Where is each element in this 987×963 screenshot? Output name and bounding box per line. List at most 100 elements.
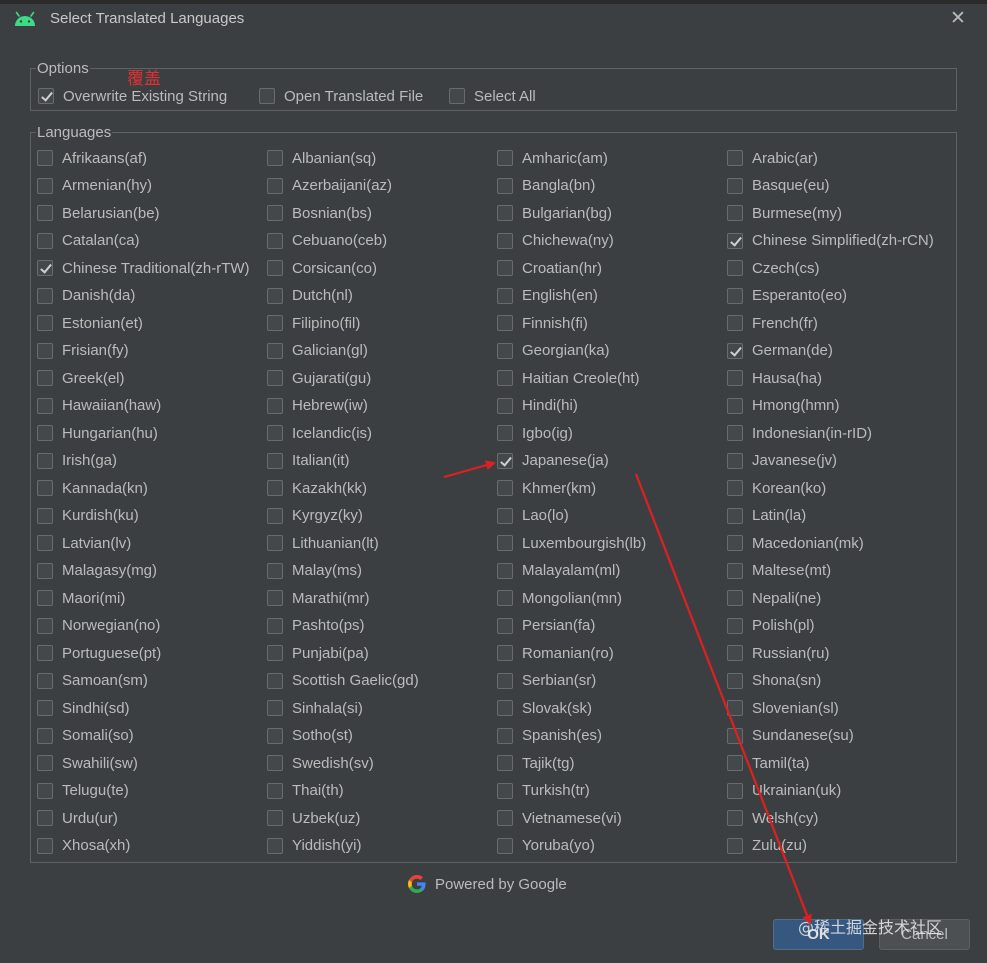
language-checkbox-vietnamese-vi[interactable]: Vietnamese(vi) xyxy=(497,806,622,830)
language-checkbox-chichewa-ny[interactable]: Chichewa(ny) xyxy=(497,229,614,253)
select-all-checkbox[interactable]: Select All xyxy=(449,86,536,106)
language-checkbox-slovenian-sl[interactable]: Slovenian(sl) xyxy=(727,696,839,720)
language-checkbox-bangla-bn[interactable]: Bangla(bn) xyxy=(497,174,595,198)
language-checkbox-urdu-ur[interactable]: Urdu(ur) xyxy=(37,806,118,830)
language-checkbox-frisian-fy[interactable]: Frisian(fy) xyxy=(37,339,129,363)
language-checkbox-hebrew-iw[interactable]: Hebrew(iw) xyxy=(267,394,368,418)
language-checkbox-arabic-ar[interactable]: Arabic(ar) xyxy=(727,146,818,170)
language-checkbox-danish-da[interactable]: Danish(da) xyxy=(37,284,135,308)
language-checkbox-finnish-fi[interactable]: Finnish(fi) xyxy=(497,311,588,335)
language-checkbox-persian-fa[interactable]: Persian(fa) xyxy=(497,614,595,638)
language-checkbox-bosnian-bs[interactable]: Bosnian(bs) xyxy=(267,201,372,225)
language-checkbox-russian-ru[interactable]: Russian(ru) xyxy=(727,641,830,665)
language-checkbox-zulu-zu[interactable]: Zulu(zu) xyxy=(727,834,807,858)
language-checkbox-samoan-sm[interactable]: Samoan(sm) xyxy=(37,669,148,693)
language-checkbox-welsh-cy[interactable]: Welsh(cy) xyxy=(727,806,818,830)
language-checkbox-basque-eu[interactable]: Basque(eu) xyxy=(727,174,830,198)
language-checkbox-somali-so[interactable]: Somali(so) xyxy=(37,724,134,748)
close-icon[interactable]: ✕ xyxy=(946,7,970,31)
language-checkbox-romanian-ro[interactable]: Romanian(ro) xyxy=(497,641,614,665)
language-checkbox-belarusian-be[interactable]: Belarusian(be) xyxy=(37,201,160,225)
language-checkbox-latin-la[interactable]: Latin(la) xyxy=(727,504,806,528)
language-checkbox-telugu-te[interactable]: Telugu(te) xyxy=(37,779,129,803)
language-checkbox-scottish-gaelic-gd[interactable]: Scottish Gaelic(gd) xyxy=(267,669,419,693)
language-checkbox-yiddish-yi[interactable]: Yiddish(yi) xyxy=(267,834,361,858)
overwrite-existing-string-checkbox[interactable]: Overwrite Existing String xyxy=(38,86,227,106)
language-checkbox-japanese-ja[interactable]: Japanese(ja) xyxy=(497,449,609,473)
language-checkbox-afrikaans-af[interactable]: Afrikaans(af) xyxy=(37,146,147,170)
language-checkbox-croatian-hr[interactable]: Croatian(hr) xyxy=(497,256,602,280)
language-checkbox-hmong-hmn[interactable]: Hmong(hmn) xyxy=(727,394,840,418)
language-checkbox-estonian-et[interactable]: Estonian(et) xyxy=(37,311,143,335)
language-checkbox-gujarati-gu[interactable]: Gujarati(gu) xyxy=(267,366,371,390)
language-checkbox-igbo-ig[interactable]: Igbo(ig) xyxy=(497,421,573,445)
language-checkbox-cebuano-ceb[interactable]: Cebuano(ceb) xyxy=(267,229,387,253)
language-checkbox-swedish-sv[interactable]: Swedish(sv) xyxy=(267,751,374,775)
language-checkbox-luxembourgish-lb[interactable]: Luxembourgish(lb) xyxy=(497,531,646,555)
language-checkbox-kazakh-kk[interactable]: Kazakh(kk) xyxy=(267,476,367,500)
language-checkbox-greek-el[interactable]: Greek(el) xyxy=(37,366,125,390)
language-checkbox-sinhala-si[interactable]: Sinhala(si) xyxy=(267,696,363,720)
language-checkbox-yoruba-yo[interactable]: Yoruba(yo) xyxy=(497,834,595,858)
language-checkbox-galician-gl[interactable]: Galician(gl) xyxy=(267,339,368,363)
language-checkbox-spanish-es[interactable]: Spanish(es) xyxy=(497,724,602,748)
language-checkbox-maltese-mt[interactable]: Maltese(mt) xyxy=(727,559,831,583)
language-checkbox-slovak-sk[interactable]: Slovak(sk) xyxy=(497,696,592,720)
language-checkbox-corsican-co[interactable]: Corsican(co) xyxy=(267,256,377,280)
language-checkbox-azerbaijani-az[interactable]: Azerbaijani(az) xyxy=(267,174,392,198)
language-checkbox-uzbek-uz[interactable]: Uzbek(uz) xyxy=(267,806,360,830)
language-checkbox-italian-it[interactable]: Italian(it) xyxy=(267,449,350,473)
language-checkbox-korean-ko[interactable]: Korean(ko) xyxy=(727,476,826,500)
language-checkbox-czech-cs[interactable]: Czech(cs) xyxy=(727,256,820,280)
language-checkbox-sotho-st[interactable]: Sotho(st) xyxy=(267,724,353,748)
language-checkbox-nepali-ne[interactable]: Nepali(ne) xyxy=(727,586,821,610)
language-checkbox-hungarian-hu[interactable]: Hungarian(hu) xyxy=(37,421,158,445)
language-checkbox-thai-th[interactable]: Thai(th) xyxy=(267,779,344,803)
language-checkbox-catalan-ca[interactable]: Catalan(ca) xyxy=(37,229,140,253)
language-checkbox-amharic-am[interactable]: Amharic(am) xyxy=(497,146,608,170)
language-checkbox-ukrainian-uk[interactable]: Ukrainian(uk) xyxy=(727,779,841,803)
language-checkbox-tajik-tg[interactable]: Tajik(tg) xyxy=(497,751,575,775)
language-checkbox-khmer-km[interactable]: Khmer(km) xyxy=(497,476,596,500)
language-checkbox-esperanto-eo[interactable]: Esperanto(eo) xyxy=(727,284,847,308)
open-translated-file-checkbox[interactable]: Open Translated File xyxy=(259,86,423,106)
language-checkbox-hawaiian-haw[interactable]: Hawaiian(haw) xyxy=(37,394,161,418)
language-checkbox-kurdish-ku[interactable]: Kurdish(ku) xyxy=(37,504,139,528)
language-checkbox-burmese-my[interactable]: Burmese(my) xyxy=(727,201,842,225)
language-checkbox-chinese-simplified-zh-rcn[interactable]: Chinese Simplified(zh-rCN) xyxy=(727,229,934,253)
language-checkbox-icelandic-is[interactable]: Icelandic(is) xyxy=(267,421,372,445)
language-checkbox-sindhi-sd[interactable]: Sindhi(sd) xyxy=(37,696,130,720)
language-checkbox-malay-ms[interactable]: Malay(ms) xyxy=(267,559,362,583)
language-checkbox-serbian-sr[interactable]: Serbian(sr) xyxy=(497,669,596,693)
language-checkbox-french-fr[interactable]: French(fr) xyxy=(727,311,818,335)
language-checkbox-armenian-hy[interactable]: Armenian(hy) xyxy=(37,174,152,198)
language-checkbox-pashto-ps[interactable]: Pashto(ps) xyxy=(267,614,365,638)
language-checkbox-lithuanian-lt[interactable]: Lithuanian(lt) xyxy=(267,531,379,555)
language-checkbox-indonesian-in-rid[interactable]: Indonesian(in-rID) xyxy=(727,421,872,445)
language-checkbox-portuguese-pt[interactable]: Portuguese(pt) xyxy=(37,641,161,665)
language-checkbox-georgian-ka[interactable]: Georgian(ka) xyxy=(497,339,610,363)
language-checkbox-irish-ga[interactable]: Irish(ga) xyxy=(37,449,117,473)
language-checkbox-lao-lo[interactable]: Lao(lo) xyxy=(497,504,569,528)
language-checkbox-malayalam-ml[interactable]: Malayalam(ml) xyxy=(497,559,620,583)
language-checkbox-bulgarian-bg[interactable]: Bulgarian(bg) xyxy=(497,201,612,225)
language-checkbox-punjabi-pa[interactable]: Punjabi(pa) xyxy=(267,641,369,665)
language-checkbox-german-de[interactable]: German(de) xyxy=(727,339,833,363)
language-checkbox-swahili-sw[interactable]: Swahili(sw) xyxy=(37,751,138,775)
language-checkbox-marathi-mr[interactable]: Marathi(mr) xyxy=(267,586,370,610)
language-checkbox-polish-pl[interactable]: Polish(pl) xyxy=(727,614,815,638)
ok-button[interactable]: OK xyxy=(773,919,864,950)
language-checkbox-norwegian-no[interactable]: Norwegian(no) xyxy=(37,614,160,638)
cancel-button[interactable]: Cancel xyxy=(879,919,970,950)
language-checkbox-kyrgyz-ky[interactable]: Kyrgyz(ky) xyxy=(267,504,363,528)
language-checkbox-albanian-sq[interactable]: Albanian(sq) xyxy=(267,146,376,170)
language-checkbox-english-en[interactable]: English(en) xyxy=(497,284,598,308)
language-checkbox-javanese-jv[interactable]: Javanese(jv) xyxy=(727,449,837,473)
language-checkbox-tamil-ta[interactable]: Tamil(ta) xyxy=(727,751,810,775)
language-checkbox-sundanese-su[interactable]: Sundanese(su) xyxy=(727,724,854,748)
language-checkbox-hindi-hi[interactable]: Hindi(hi) xyxy=(497,394,578,418)
language-checkbox-mongolian-mn[interactable]: Mongolian(mn) xyxy=(497,586,622,610)
language-checkbox-macedonian-mk[interactable]: Macedonian(mk) xyxy=(727,531,864,555)
language-checkbox-maori-mi[interactable]: Maori(mi) xyxy=(37,586,125,610)
language-checkbox-chinese-traditional-zh-rtw[interactable]: Chinese Traditional(zh-rTW) xyxy=(37,256,250,280)
